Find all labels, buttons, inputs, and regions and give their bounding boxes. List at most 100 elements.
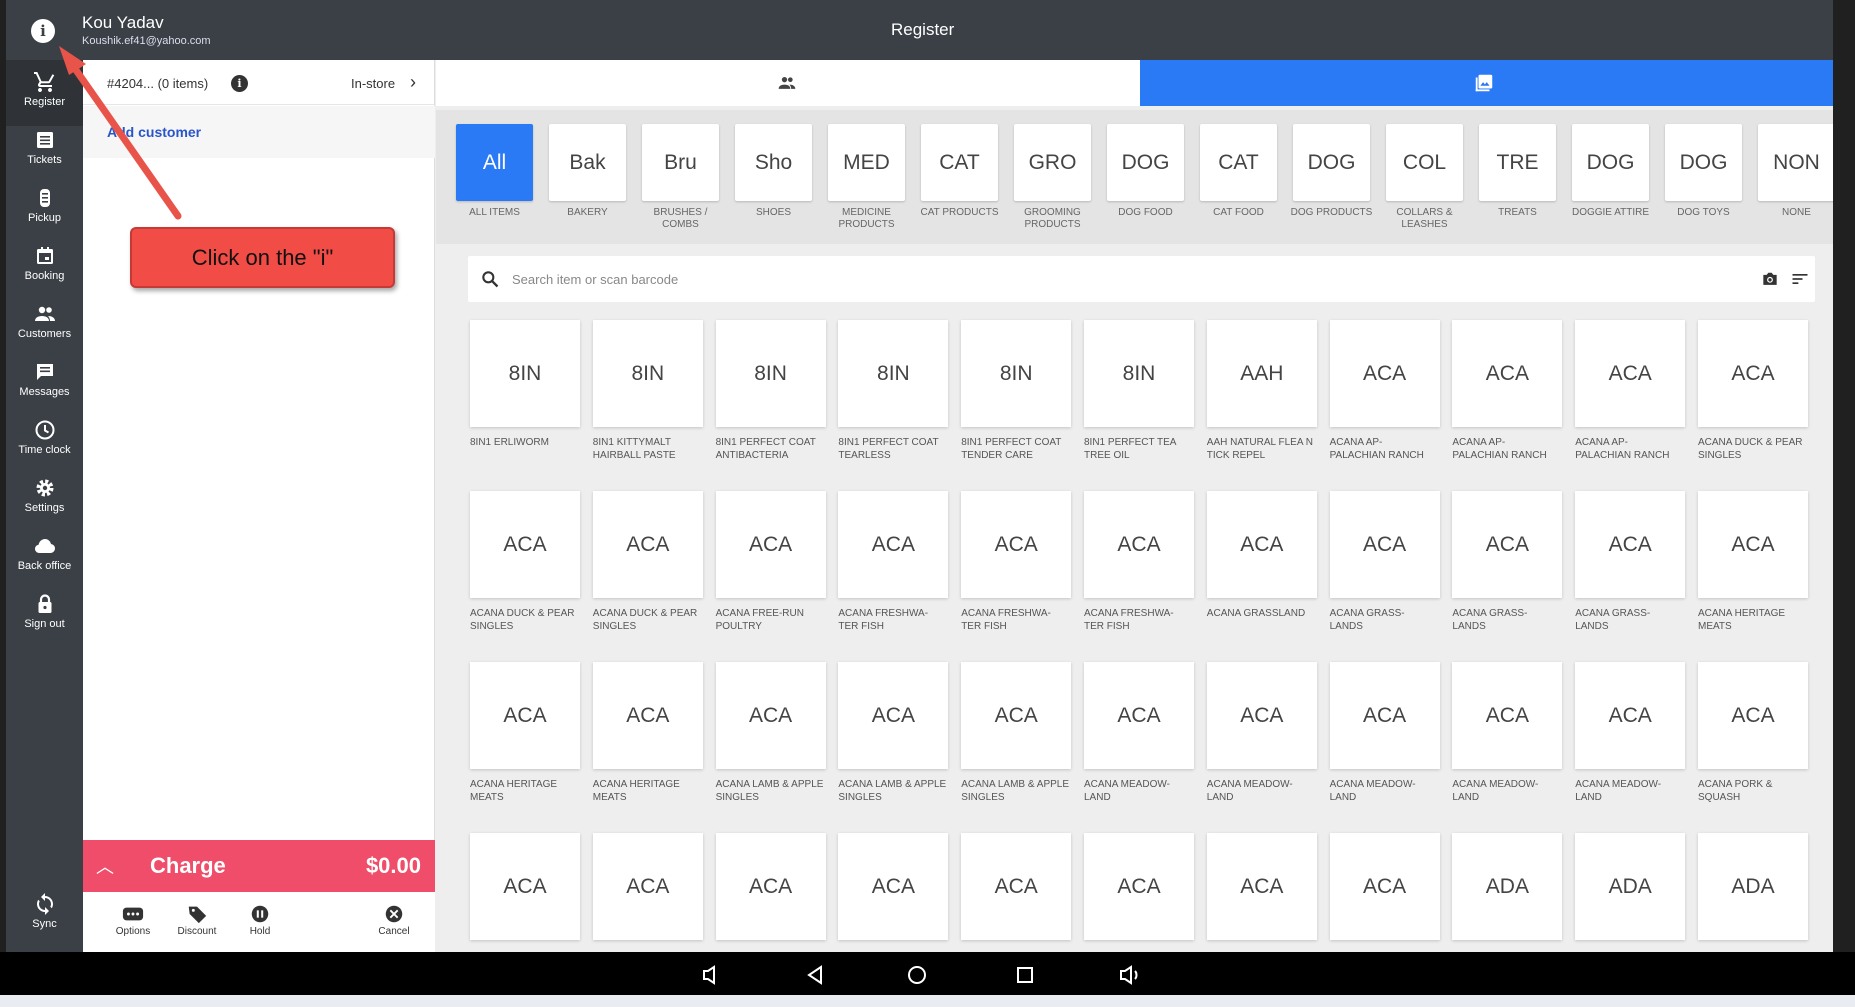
volume-down-icon[interactable] xyxy=(698,964,722,986)
search-input[interactable] xyxy=(512,268,1712,290)
sidebar-item-messages[interactable]: Messages xyxy=(6,350,83,416)
category-tile[interactable]: TRE TREATS xyxy=(1471,124,1564,219)
sort-icon[interactable] xyxy=(1790,270,1810,288)
item-abbr: ACA xyxy=(470,491,580,598)
item-tile[interactable]: ACA xyxy=(838,833,949,949)
search-icon xyxy=(482,271,499,288)
item-tile[interactable]: ACA ACANA AP-PALACHIAN RANCH xyxy=(1452,320,1563,462)
item-tile[interactable]: ACA ACANA LAMB & APPLE SINGLES xyxy=(715,662,826,804)
sidebar-item-settings[interactable]: Settings xyxy=(6,466,83,532)
item-tile[interactable]: ACA ACANA GRASS-LANDS xyxy=(1452,491,1563,633)
item-tile[interactable]: ACA xyxy=(1084,833,1194,949)
tickets-icon xyxy=(36,132,53,148)
discount-button[interactable]: Discount xyxy=(165,904,229,937)
sidebar-item-customers[interactable]: Customers xyxy=(6,292,83,358)
category-label: Bakery xyxy=(567,207,608,218)
item-tile[interactable]: ACA xyxy=(1329,833,1440,949)
category-tile[interactable]: NON NONE xyxy=(1750,124,1833,219)
item-tile[interactable]: 8IN 8IN1 KITTYMALT HAIRBALL PASTE xyxy=(592,320,703,462)
info-icon[interactable]: i xyxy=(31,19,55,43)
item-tile[interactable]: ACA ACANA HERITAGE MEATS xyxy=(592,662,703,804)
item-tile[interactable]: ADA xyxy=(1452,833,1563,949)
sidebar-item-time-clock[interactable]: Time clock xyxy=(6,408,83,474)
category-tile[interactable]: DOG DOGGIE ATTIRE xyxy=(1564,124,1657,219)
item-tile[interactable]: ACA ACANA GRASS-LANDS xyxy=(1329,491,1440,633)
item-tile[interactable]: ACA xyxy=(592,833,703,949)
home-icon[interactable] xyxy=(906,964,928,986)
category-tile[interactable]: Sho Shoes xyxy=(727,124,820,219)
sidebar-item-tickets[interactable]: Tickets xyxy=(6,118,83,184)
item-label: ACANA MEADOW-LAND xyxy=(1084,779,1170,803)
item-tile[interactable]: ACA ACANA MEADOW-LAND xyxy=(1084,662,1194,804)
ticket-info-icon[interactable]: i xyxy=(231,75,248,92)
camera-icon[interactable] xyxy=(1760,269,1780,289)
item-tile[interactable]: 8IN 8IN1 PERFECT COAT TEARLESS xyxy=(838,320,949,462)
item-tile[interactable]: ACA ACANA LAMB & APPLE SINGLES xyxy=(961,662,1072,804)
sidebar-item-back-office[interactable]: Back office xyxy=(6,524,83,590)
cancel-label: Cancel xyxy=(378,926,410,937)
item-tile[interactable]: ACA xyxy=(1206,833,1317,949)
sidebar-item-register[interactable]: Register xyxy=(6,60,83,126)
category-tile[interactable]: GRO GROOMING PRODUCTS xyxy=(1006,124,1099,231)
volume-up-icon[interactable] xyxy=(1117,964,1143,986)
item-tile[interactable]: ACA ACANA GRASS-LANDS xyxy=(1575,491,1686,633)
item-tile[interactable]: ACA ACANA FRESHWA-TER FISH xyxy=(838,491,949,633)
item-tile[interactable]: ACA ACANA AP-PALACHIAN RANCH xyxy=(1329,320,1440,462)
sync-button[interactable]: Sync xyxy=(6,882,83,948)
options-button[interactable]: Options xyxy=(101,904,165,937)
item-tile[interactable]: ADA xyxy=(1575,833,1686,949)
category-tile[interactable]: COL COLLARS & LEASHES xyxy=(1378,124,1471,231)
item-tile[interactable]: 8IN 8IN1 PERFECT COAT TENDER CARE xyxy=(961,320,1072,462)
item-tile[interactable]: ACA ACANA HERITAGE MEATS xyxy=(470,662,580,804)
sidebar-item-sign-out[interactable]: Sign out xyxy=(6,582,83,648)
category-tile[interactable]: MED MEDICINE PRODUCTS xyxy=(820,124,913,231)
item-tile[interactable]: 8IN 8IN1 ERLIWORM xyxy=(470,320,580,449)
item-tile[interactable]: 8IN 8IN1 PERFECT TEA TREE OIL xyxy=(1084,320,1194,462)
order-mode[interactable]: In-store xyxy=(351,76,395,91)
item-tile[interactable]: 8IN 8IN1 PERFECT COAT ANTIBACTERIA xyxy=(715,320,826,462)
item-tile[interactable]: ACA ACANA AP-PALACHIAN RANCH xyxy=(1575,320,1686,462)
tab-customers[interactable] xyxy=(436,60,1140,106)
ticket-header[interactable]: #4204... (0 items) i In-store › xyxy=(83,60,435,105)
category-tile[interactable]: DOG DOG TOYS xyxy=(1657,124,1750,219)
item-tile[interactable]: ACA xyxy=(961,833,1072,949)
item-tile[interactable]: ACA ACANA DUCK & PEAR SINGLES xyxy=(470,491,580,633)
item-tile[interactable]: ACA xyxy=(715,833,826,949)
recents-icon[interactable] xyxy=(1014,964,1036,986)
category-tile[interactable]: All All items xyxy=(448,124,541,219)
item-tile[interactable]: ACA ACANA LAMB & APPLE SINGLES xyxy=(838,662,949,804)
item-tile[interactable]: ACA ACANA PORK & SQUASH xyxy=(1698,662,1808,804)
item-tile[interactable]: ACA ACANA MEADOW-LAND xyxy=(1452,662,1563,804)
add-customer-button[interactable]: Add customer xyxy=(83,106,435,158)
sidebar-item-booking[interactable]: Booking xyxy=(6,234,83,300)
category-tile[interactable]: Bru Brushes / Combs xyxy=(634,124,727,231)
charge-button[interactable]: ︿ Charge $0.00 xyxy=(83,840,435,892)
category-tile[interactable]: Bak Bakery xyxy=(541,124,634,219)
item-tile[interactable]: ACA ACANA HERITAGE MEATS xyxy=(1698,491,1808,633)
item-tile[interactable]: ACA ACANA DUCK & PEAR SINGLES xyxy=(592,491,703,633)
cancel-button[interactable]: Cancel xyxy=(362,904,426,937)
item-tile[interactable]: ACA ACANA FRESHWA-TER FISH xyxy=(1084,491,1194,633)
item-tile[interactable]: ACA ACANA DUCK & PEAR SINGLES xyxy=(1698,320,1808,462)
item-abbr: ACA xyxy=(715,662,826,769)
item-tile[interactable]: ACA ACANA MEADOW-LAND xyxy=(1206,662,1317,804)
item-tile[interactable]: ACA ACANA MEADOW-LAND xyxy=(1575,662,1686,804)
tab-library[interactable] xyxy=(1140,60,1833,106)
sidebar-item-pickup[interactable]: Pickup xyxy=(6,176,83,242)
chevron-right-icon[interactable]: › xyxy=(410,72,416,93)
item-tile[interactable]: ACA ACANA FREE-RUN POULTRY xyxy=(715,491,826,633)
item-tile[interactable]: ACA ACANA FRESHWA-TER FISH xyxy=(961,491,1072,633)
item-tile[interactable]: ACA ACANA MEADOW-LAND xyxy=(1329,662,1440,804)
item-tile[interactable]: ACA ACANA GRASSLAND xyxy=(1206,491,1317,620)
item-tile[interactable]: ACA xyxy=(470,833,580,949)
category-tile[interactable]: CAT CAT FOOD xyxy=(1192,124,1285,219)
category-tile[interactable]: DOG DOG PRODUCTS xyxy=(1285,124,1378,219)
category-tile[interactable]: DOG DOG FOOD xyxy=(1099,124,1192,219)
back-icon[interactable] xyxy=(804,964,826,986)
item-tile[interactable]: AAH AAH NATURAL FLEA N TICK REPEL xyxy=(1206,320,1317,462)
category-label: DOGGIE ATTIRE xyxy=(1571,207,1650,218)
item-tile[interactable]: ADA xyxy=(1698,833,1808,949)
hold-button[interactable]: Hold xyxy=(228,904,292,937)
category-tile[interactable]: CAT CAT PRODUCTS xyxy=(913,124,1006,219)
chevron-up-icon[interactable]: ︿ xyxy=(96,853,114,879)
